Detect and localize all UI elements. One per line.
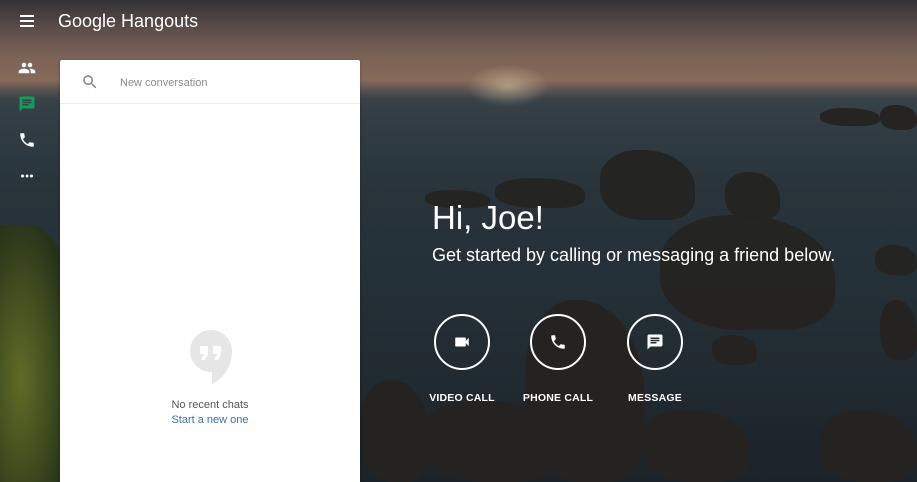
chat-icon	[19, 96, 35, 112]
rail-item-phone-calls[interactable]	[0, 122, 54, 158]
phone-icon	[551, 335, 565, 349]
greeting-heading: Hi, Joe!	[432, 199, 544, 236]
conversation-panel: No recent chats Start a new one	[60, 60, 360, 482]
start-new-chat-link[interactable]: Start a new one	[60, 414, 360, 426]
message-icon	[647, 334, 663, 350]
greeting-subtitle: Get started by calling or messaging a fr…	[432, 245, 836, 265]
video-call-circle	[434, 314, 490, 370]
phone-icon	[20, 133, 34, 147]
hangouts-quote-icon	[190, 330, 232, 384]
rail-item-conversations[interactable]	[0, 86, 54, 122]
video-call-button[interactable]: VIDEO CALL	[417, 314, 507, 404]
message-button[interactable]: MESSAGE	[610, 314, 700, 404]
search-icon	[83, 75, 97, 89]
search-bar	[60, 60, 360, 104]
no-recent-chats-text: No recent chats	[171, 399, 249, 411]
message-circle	[627, 314, 683, 370]
new-conversation-input[interactable]	[118, 72, 342, 94]
message-label: MESSAGE	[628, 392, 682, 404]
phone-call-circle	[530, 314, 586, 370]
videocam-icon	[455, 337, 469, 347]
people-icon	[18, 62, 36, 74]
phone-call-label: PHONE CALL	[522, 392, 594, 404]
phone-call-button[interactable]: PHONE CALL	[513, 314, 603, 404]
video-call-label: VIDEO CALL	[429, 392, 495, 404]
left-rail	[0, 50, 54, 194]
rail-item-more[interactable]	[0, 158, 54, 194]
rail-item-contacts[interactable]	[0, 50, 54, 86]
top-bar: Google Hangouts	[0, 0, 917, 42]
menu-icon[interactable]	[14, 12, 40, 30]
more-horiz-icon	[21, 174, 33, 178]
app-logo: Google Hangouts	[58, 11, 199, 31]
